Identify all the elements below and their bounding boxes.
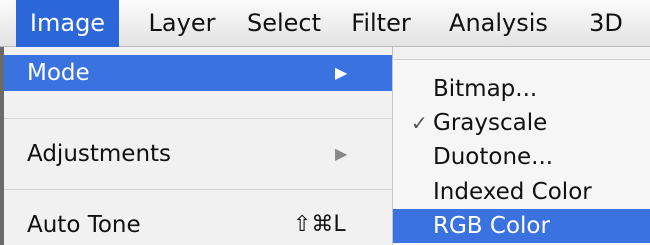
menu-select-label: Select (246, 9, 322, 37)
submenu-item-bitmap[interactable]: Bitmap... (393, 72, 650, 106)
menu-item-auto-tone-shortcut: ⇧⌘L (293, 212, 346, 237)
submenu-item-duotone-label: Duotone... (433, 144, 554, 170)
menu-select[interactable]: Select (239, 0, 329, 47)
menu-item-adjustments-label: Adjustments (27, 141, 172, 167)
submenu-item-indexed-color-label: Indexed Color (433, 179, 592, 205)
menu-item-adjustments[interactable]: Adjustments ▶ (0, 136, 392, 172)
submenu-item-rgb-color[interactable]: RGB Color (393, 209, 650, 243)
menu-item-auto-tone[interactable]: Auto Tone ⇧⌘L (0, 207, 392, 243)
menu-item-auto-tone-label: Auto Tone (27, 212, 141, 238)
submenu-item-grayscale[interactable]: ✓ Grayscale (393, 106, 650, 140)
window-edge (0, 47, 4, 245)
menu-item-mode-label: Mode (27, 60, 90, 86)
image-menu-dropdown: Mode ▶ Adjustments ▶ Auto Tone ⇧⌘L (0, 47, 393, 245)
menu-3d[interactable]: 3D (578, 0, 634, 47)
menu-analysis[interactable]: Analysis (440, 0, 557, 47)
menu-filter-label: Filter (351, 9, 411, 37)
menu-analysis-label: Analysis (449, 9, 548, 37)
menu-layer[interactable]: Layer (139, 0, 225, 47)
submenu-item-bitmap-label: Bitmap... (433, 76, 538, 102)
submenu-arrow-icon: ▶ (335, 144, 348, 163)
menu-image[interactable]: Image (16, 0, 119, 47)
menu-layer-label: Layer (148, 9, 216, 37)
mode-submenu: Bitmap... ✓ Grayscale Duotone... Indexed… (392, 59, 650, 245)
submenu-item-grayscale-label: Grayscale (433, 110, 548, 136)
menu-bar: Image Layer Select Filter Analysis 3D (0, 0, 650, 47)
menu-item-mode[interactable]: Mode ▶ (0, 55, 392, 91)
menu-image-label: Image (29, 9, 106, 37)
menu-3d-label: 3D (589, 9, 623, 37)
menu-separator (0, 189, 392, 190)
submenu-item-duotone[interactable]: Duotone... (393, 140, 650, 174)
submenu-arrow-icon: ▶ (335, 63, 348, 82)
menu-separator (0, 118, 392, 119)
submenu-item-rgb-color-label: RGB Color (433, 213, 550, 239)
submenu-item-indexed-color[interactable]: Indexed Color (393, 175, 650, 209)
menu-filter[interactable]: Filter (341, 0, 421, 47)
checkmark-icon: ✓ (411, 111, 428, 135)
